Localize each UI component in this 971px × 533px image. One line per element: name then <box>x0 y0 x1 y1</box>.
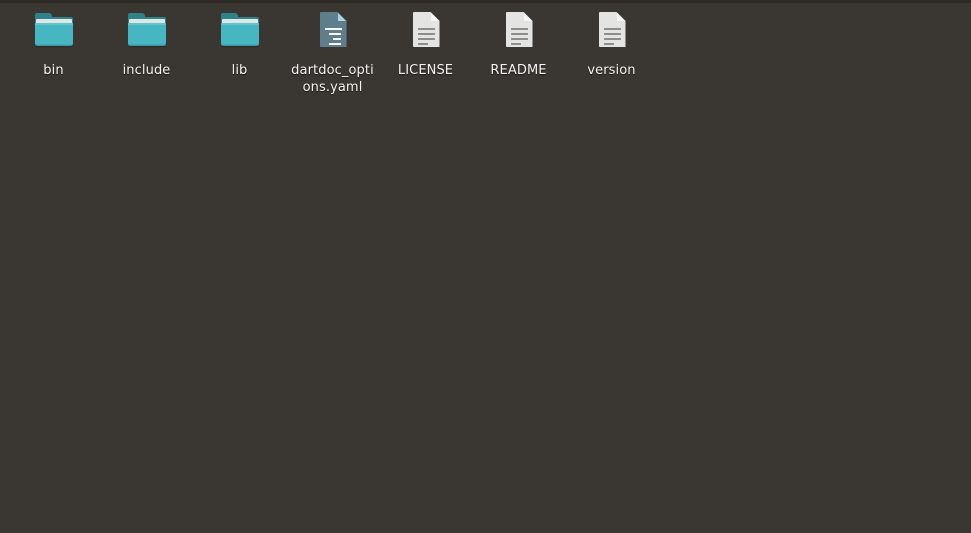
desktop-icon-include[interactable]: include <box>100 10 193 79</box>
desktop-icon-label: README <box>490 63 547 78</box>
desktop-icon-bin[interactable]: bin <box>7 10 100 79</box>
folder-front-highlight <box>127 23 166 25</box>
desktop-icon-label: include <box>122 63 171 78</box>
folder-icon[interactable] <box>30 10 78 58</box>
desktop-surface[interactable]: bin include lib dartdoc_options.yaml LICENSE… <box>0 0 971 533</box>
folder-icon[interactable] <box>123 10 171 58</box>
desktop-icon-label: dartdoc_options.yaml <box>291 63 374 95</box>
folder-front-highlight <box>34 23 73 25</box>
document-text-lines <box>603 28 621 45</box>
desktop-icon-license[interactable]: LICENSE <box>379 10 472 79</box>
text-file-icon[interactable] <box>588 10 636 58</box>
desktop-icon-label: LICENSE <box>397 63 454 78</box>
folder-front-panel <box>127 23 166 46</box>
folder-front-panel <box>34 23 73 46</box>
document-text-lines <box>510 28 528 45</box>
text-file-icon[interactable] <box>402 10 450 58</box>
desktop-icon-version[interactable]: version <box>565 10 658 79</box>
top-edge-strip <box>0 0 971 3</box>
folder-icon[interactable] <box>216 10 264 58</box>
yaml-file-icon[interactable] <box>309 10 357 58</box>
folder-drop-shadow <box>220 45 259 47</box>
document-text-lines <box>417 28 435 45</box>
desktop-icon-label: version <box>587 63 636 78</box>
folder-front-panel <box>220 23 259 46</box>
folder-front-highlight <box>220 23 259 25</box>
desktop-icon-grid: bin include lib dartdoc_options.yaml LICENSE… <box>7 10 971 530</box>
desktop-icon-dartdoc-options-yaml[interactable]: dartdoc_options.yaml <box>286 10 379 96</box>
text-file-icon[interactable] <box>495 10 543 58</box>
desktop-icon-lib[interactable]: lib <box>193 10 286 79</box>
desktop-icon-label: lib <box>231 63 248 78</box>
desktop-icon-label: bin <box>43 63 64 78</box>
folder-drop-shadow <box>34 45 73 47</box>
document-text-lines <box>324 28 342 48</box>
desktop-icon-readme[interactable]: README <box>472 10 565 79</box>
folder-drop-shadow <box>127 45 166 47</box>
